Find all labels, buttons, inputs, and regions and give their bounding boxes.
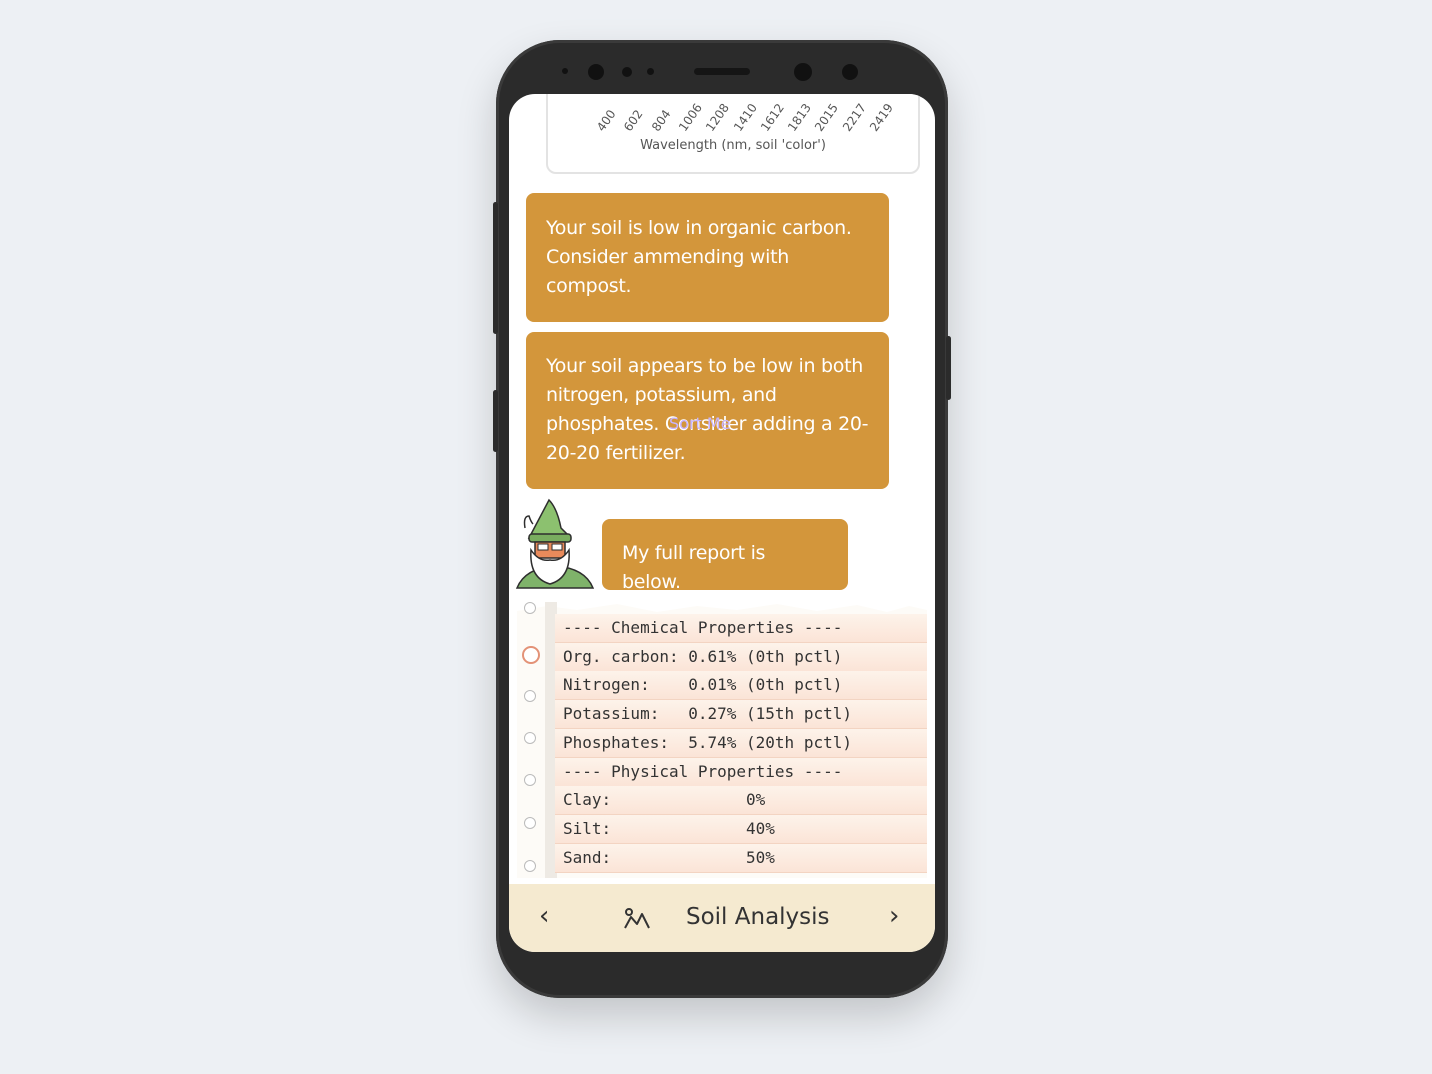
report-line: Silt: 40% [555, 814, 927, 844]
punch-hole [524, 690, 536, 702]
punch-hole [524, 774, 536, 786]
report-line: ---- Chemical Properties ---- [555, 614, 927, 643]
x-tick-label: 1813 [785, 100, 815, 135]
x-tick-label: 1006 [675, 100, 705, 135]
phone-frame: 400 602 804 1006 1208 1410 1612 1813 2015 2217 241… [493, 40, 951, 998]
bottom-nav: ‹ Soil Analysis › [509, 884, 935, 952]
sensor-dot [622, 67, 632, 77]
sensor-dot [647, 68, 654, 75]
app-screen: 400 602 804 1006 1208 1410 1612 1813 2015 2217 241… [509, 94, 935, 952]
x-axis-label: Wavelength (nm, soil 'color') [640, 138, 826, 153]
punch-hole [524, 732, 536, 744]
earpiece-speaker [694, 68, 750, 75]
nav-title: Soil Analysis [686, 904, 830, 930]
wizard-avatar [515, 498, 595, 589]
report-line: Sand: 50% [555, 843, 927, 873]
x-tick-label: 1410 [730, 100, 760, 135]
report-line: Phosphates: 5.74% (20th pctl) [555, 728, 927, 758]
punch-hole [524, 860, 536, 872]
power-button [946, 336, 951, 400]
punch-hole [524, 817, 536, 829]
side-button [493, 390, 498, 452]
report-line: Nitrogen: 0.01% (0th pctl) [555, 671, 927, 701]
x-tick-label: 1612 [757, 100, 787, 135]
report-line: Potassium: 0.27% (15th pctl) [555, 700, 927, 730]
chat-bubble-carbon: Your soil is low in organic carbon. Cons… [526, 193, 889, 322]
x-tick-label: 1208 [703, 100, 733, 135]
x-tick-label: 2015 [812, 100, 842, 135]
spectrum-chart: 400 602 804 1006 1208 1410 1612 1813 2015 2217 241… [546, 94, 920, 174]
chat-bubble-fertilizer: Your soil appears to be low in both nitr… [526, 332, 889, 489]
x-tick-label: 400 [594, 107, 619, 135]
punch-hole-highlight [522, 646, 540, 664]
x-tick-label: 602 [621, 107, 646, 135]
chevron-right-icon[interactable]: › [889, 902, 899, 930]
sensor-dot [842, 64, 858, 80]
front-camera [588, 64, 604, 80]
soil-analysis-icon [624, 908, 650, 929]
report-line: Clay: 0% [555, 786, 927, 816]
report-paper: ---- Chemical Properties ---- Org. carbon… [517, 602, 927, 878]
sensor-dot [562, 68, 568, 74]
report-line: Org. carbon: 0.61% (0th pctl) [555, 642, 927, 672]
x-tick-label: 2217 [839, 100, 869, 135]
overlay-sort-link[interactable]: Sort Me [669, 414, 731, 433]
chevron-left-icon[interactable]: ‹ [539, 902, 549, 930]
x-tick-label: 804 [648, 107, 674, 135]
punch-hole [524, 602, 536, 614]
volume-button [493, 202, 498, 334]
x-tick-label: 2419 [867, 100, 896, 135]
report-line: ---- Physical Properties ---- [555, 757, 927, 787]
chat-bubble-report-intro: My full report is below. [602, 519, 848, 593]
front-camera [794, 63, 812, 81]
